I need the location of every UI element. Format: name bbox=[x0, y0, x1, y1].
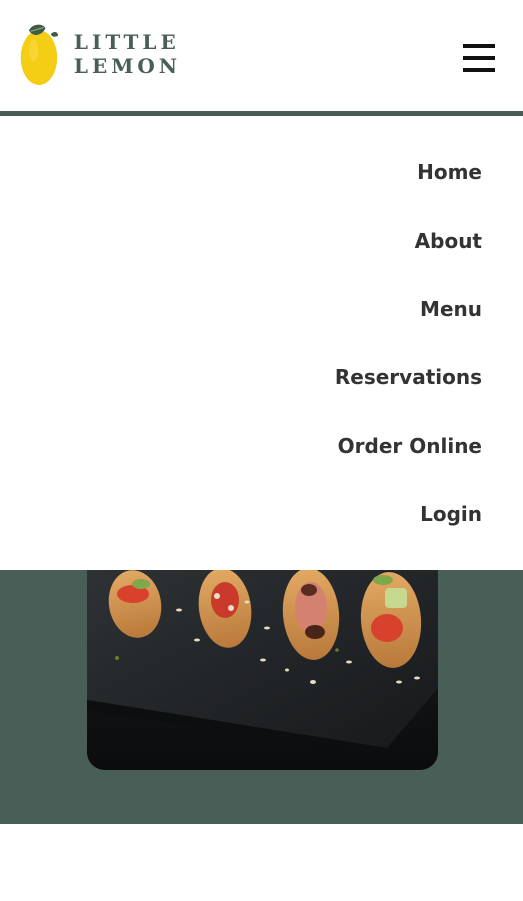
nav-menu: Home About Menu Reservations Order Onlin… bbox=[0, 116, 523, 570]
food-photo bbox=[87, 570, 438, 770]
nav-item-login[interactable]: Login bbox=[420, 502, 482, 526]
hero-section bbox=[0, 570, 523, 824]
nav-item-reservations[interactable]: Reservations bbox=[335, 365, 482, 389]
nav-item-menu[interactable]: Menu bbox=[420, 297, 482, 321]
nav-item-about[interactable]: About bbox=[415, 229, 482, 253]
brand-name: LITTLE LEMON bbox=[73, 30, 182, 78]
lemon-icon bbox=[20, 24, 59, 85]
hamburger-menu-icon[interactable] bbox=[460, 40, 498, 76]
site-header: LITTLE LEMON bbox=[0, 0, 523, 111]
hero-image bbox=[87, 570, 438, 770]
nav-item-order-online[interactable]: Order Online bbox=[338, 434, 482, 458]
nav-item-home[interactable]: Home bbox=[417, 160, 482, 184]
logo[interactable]: LITTLE LEMON bbox=[18, 18, 278, 90]
